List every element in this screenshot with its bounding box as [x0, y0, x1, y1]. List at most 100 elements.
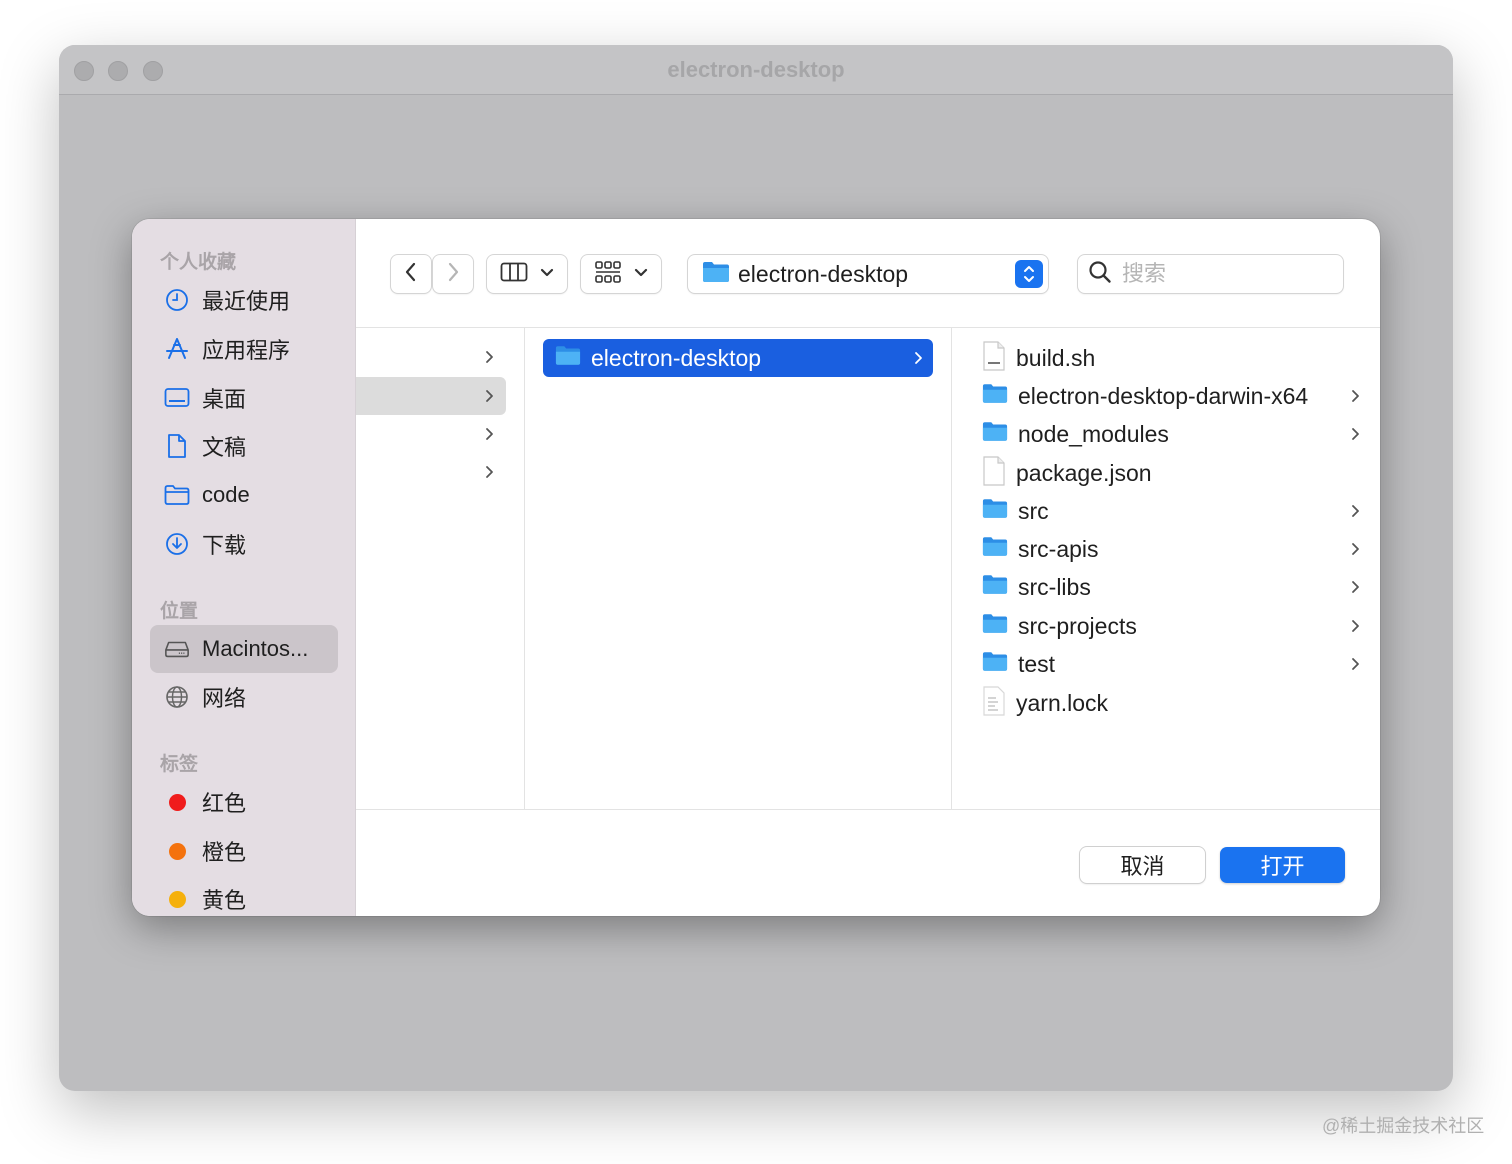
file-icon [982, 455, 1006, 491]
app-titlebar: electron-desktop [59, 45, 1453, 95]
open-panel: 个人收藏 最近使用 应用程序 桌面 文稿 code 下载 位置 Macintos… [132, 219, 1380, 916]
list-item-folder[interactable]: test [982, 645, 1362, 683]
list-item[interactable] [356, 415, 506, 453]
list-item-folder[interactable]: src-libs [982, 568, 1362, 606]
column-parent [356, 328, 525, 809]
list-item[interactable] [356, 377, 506, 415]
sidebar-item-label: 文稿 [202, 435, 247, 460]
file-name: package.json [1016, 459, 1152, 486]
sidebar-section-favorites: 个人收藏 [160, 252, 237, 273]
search-field[interactable] [1078, 255, 1343, 293]
chevron-right-icon [1348, 579, 1362, 595]
window-title: electron-desktop [667, 57, 845, 82]
sidebar-item-downloads[interactable]: 下载 [150, 520, 338, 568]
group-by-button[interactable] [581, 255, 661, 293]
chevron-right-icon [1348, 541, 1362, 557]
list-item-folder[interactable]: src-apis [982, 530, 1362, 568]
sidebar-item-network[interactable]: 网络 [150, 673, 338, 721]
sidebar-item-label: 桌面 [202, 387, 247, 412]
sidebar-item-documents[interactable]: 文稿 [150, 422, 338, 470]
sidebar-item-macintosh-hd[interactable]: Macintos... [150, 625, 338, 673]
folder-icon [982, 383, 1008, 409]
clock-icon [164, 287, 190, 313]
toolbar: electron-desktop [356, 219, 1380, 328]
file-name: electron-desktop-darwin-x64 [1018, 382, 1309, 409]
grid-view-icon [594, 260, 622, 289]
document-icon [164, 433, 190, 459]
path-popup-button[interactable]: electron-desktop [688, 255, 1048, 293]
sidebar-item-label: code [202, 482, 250, 507]
folder-icon [702, 261, 730, 288]
file-name: src-libs [1018, 573, 1091, 600]
download-icon [164, 531, 190, 557]
list-item[interactable] [356, 453, 506, 491]
folder-icon [982, 613, 1008, 639]
chevron-right-icon [482, 464, 496, 480]
sidebar-item-code[interactable]: code [150, 471, 338, 519]
disk-icon [164, 636, 190, 662]
chevron-down-icon [540, 265, 554, 283]
chevron-right-icon [911, 350, 925, 366]
shell-script-icon [982, 340, 1006, 376]
file-name: build.sh [1016, 344, 1096, 371]
list-item[interactable] [356, 338, 506, 376]
sidebar-item-label: Macintos... [202, 636, 309, 661]
search-input[interactable] [1122, 261, 1322, 287]
back-button[interactable] [391, 255, 431, 293]
chevron-right-icon [482, 426, 496, 442]
sidebar-item-label: 红色 [202, 791, 247, 816]
chevron-down-icon [634, 265, 648, 283]
chevron-right-icon [482, 349, 496, 365]
sidebar-item-label: 下载 [202, 533, 247, 558]
folder-icon [164, 482, 190, 508]
sidebar-section-locations: 位置 [160, 601, 199, 622]
list-item-folder[interactable]: src-projects [982, 607, 1362, 645]
sidebar-item-label: 网络 [202, 686, 247, 711]
list-item-build-sh[interactable]: build.sh [982, 339, 1362, 377]
sidebar-item-label: 最近使用 [202, 289, 291, 314]
open-button[interactable]: 打开 [1220, 847, 1345, 883]
chevron-right-icon [1348, 388, 1362, 404]
view-mode-button[interactable] [487, 255, 567, 293]
chevron-right-icon [482, 388, 496, 404]
sidebar-item-tag-red[interactable]: 红色 [150, 778, 338, 826]
list-item-file[interactable]: package.json [982, 454, 1362, 492]
network-icon [164, 684, 190, 710]
path-label: electron-desktop [738, 260, 909, 287]
chevron-right-icon [446, 262, 460, 287]
watermark: @稀土掘金技术社区 [1322, 1116, 1485, 1136]
tag-dot-icon [164, 886, 190, 912]
file-name: src [1018, 497, 1049, 524]
selected-folder-row[interactable]: electron-desktop [543, 339, 933, 377]
list-item-file[interactable]: yarn.lock [982, 684, 1362, 722]
tag-dot-icon [164, 789, 190, 815]
applications-icon [164, 336, 190, 362]
file-name: src-apis [1018, 535, 1099, 562]
sidebar-item-applications[interactable]: 应用程序 [150, 325, 338, 373]
search-icon [1088, 260, 1112, 289]
file-name: yarn.lock [1016, 689, 1109, 716]
columns-view-icon [500, 262, 528, 287]
column-current: electron-desktop [525, 328, 952, 809]
list-item-folder[interactable]: electron-desktop-darwin-x64 [982, 377, 1362, 415]
cancel-button[interactable]: 取消 [1080, 847, 1205, 883]
file-name: test [1018, 650, 1056, 677]
sidebar-item-tag-orange[interactable]: 橙色 [150, 827, 338, 875]
up-down-stepper-icon [1015, 260, 1043, 288]
column-browser: electron-desktop build.sh electron-deskt… [356, 328, 1380, 810]
sidebar-section-tags: 标签 [160, 754, 199, 775]
column-contents: build.sh electron-desktop-darwin-x64 nod… [952, 328, 1380, 809]
list-item-folder[interactable]: node_modules [982, 415, 1362, 453]
forward-button[interactable] [433, 255, 473, 293]
sidebar: 个人收藏 最近使用 应用程序 桌面 文稿 code 下载 位置 Macintos… [132, 219, 356, 916]
sidebar-item-desktop[interactable]: 桌面 [150, 374, 338, 422]
sidebar-item-tag-yellow[interactable]: 黄色 [150, 875, 338, 916]
text-file-icon [982, 685, 1006, 721]
sidebar-item-label: 应用程序 [202, 338, 291, 363]
list-item-folder[interactable]: src [982, 492, 1362, 530]
folder-icon [982, 574, 1008, 600]
folder-icon [982, 536, 1008, 562]
folder-icon [982, 651, 1008, 677]
folder-name: electron-desktop [591, 344, 762, 371]
sidebar-item-recents[interactable]: 最近使用 [150, 276, 338, 324]
